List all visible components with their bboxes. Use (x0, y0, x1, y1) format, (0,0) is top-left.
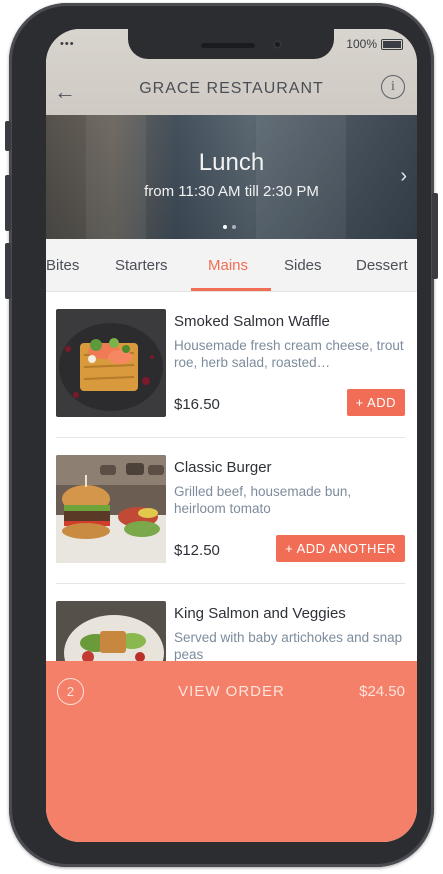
dish-photo (56, 309, 166, 417)
dish-description: Grilled beef, housemade bun, heirloom to… (174, 484, 352, 516)
divider (56, 437, 405, 438)
order-total: $24.50 (359, 683, 405, 700)
dish-name: Classic Burger (174, 459, 272, 476)
speaker (201, 43, 255, 48)
phone-frame: ← GRACE RESTAURANT i ••• 100% Lunch from… (5, 3, 438, 867)
page-dot-active (223, 225, 227, 229)
silent-switch (5, 121, 11, 151)
battery-icon (381, 38, 403, 50)
dish-description: Housemade fresh cream cheese, trout roe,… (174, 338, 404, 370)
signal-indicator: ••• (60, 38, 75, 50)
add-another-button[interactable]: + ADD ANOTHER (276, 535, 405, 562)
meal-period-hours: from 11:30 AM till 2:30 PM (144, 183, 319, 200)
view-order-bar[interactable]: 2 VIEW ORDER $24.50 (46, 661, 417, 842)
tab-dessert[interactable]: Dessert (356, 257, 408, 274)
tab-starters[interactable]: Starters (115, 257, 168, 274)
dish-name: King Salmon and Veggies (174, 605, 346, 622)
category-tabs: Bites Starters Mains Sides Dessert (46, 239, 417, 292)
battery-percent: 100% (346, 37, 377, 51)
volume-down-button (5, 243, 11, 299)
active-tab-indicator (191, 288, 271, 291)
battery-status: 100% (346, 37, 403, 51)
dish-description: Served with baby artichokes and snap pea… (174, 630, 403, 662)
menu-item[interactable]: Smoked Salmon Waffle Housemade fresh cre… (56, 293, 405, 439)
page-dot (232, 225, 236, 229)
tab-sides[interactable]: Sides (284, 257, 322, 274)
banner-background (256, 115, 346, 239)
info-icon[interactable]: i (381, 75, 405, 99)
tab-mains[interactable]: Mains (208, 257, 248, 274)
dish-photo (56, 455, 166, 563)
dish-price: $16.50 (174, 396, 220, 413)
add-to-order-button[interactable]: + ADD (346, 389, 405, 416)
divider (56, 583, 405, 584)
menu-item[interactable]: Classic Burger Grilled beef, housemade b… (56, 439, 405, 585)
power-button (432, 193, 438, 279)
volume-up-button (5, 175, 11, 231)
dish-price: $12.50 (174, 542, 220, 559)
page-title: GRACE RESTAURANT (139, 80, 324, 97)
notch (128, 29, 334, 59)
phone-screen: ← GRACE RESTAURANT i ••• 100% Lunch from… (46, 29, 417, 842)
page-indicator (223, 225, 236, 229)
tab-bites[interactable]: Bites (46, 257, 79, 274)
banner-background (86, 115, 146, 239)
meal-period-banner[interactable]: Lunch from 11:30 AM till 2:30 PM › (46, 115, 417, 239)
meal-period-title: Lunch (198, 149, 265, 176)
dish-name: Smoked Salmon Waffle (174, 313, 330, 330)
front-camera (273, 40, 282, 49)
chevron-right-icon[interactable]: › (400, 165, 407, 188)
